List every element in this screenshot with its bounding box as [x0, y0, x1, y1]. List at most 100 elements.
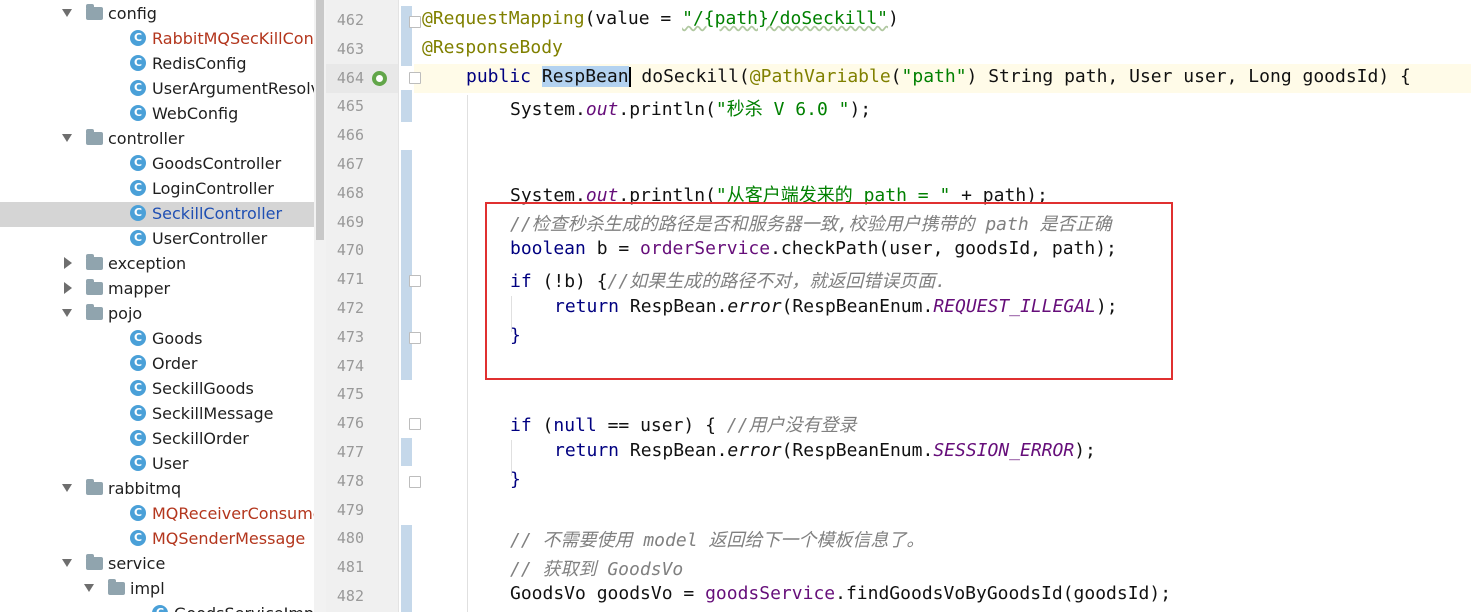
tree-item-label: RedisConfig — [152, 54, 247, 73]
code-line-464[interactable]: public RespBean doSeckill(@PathVariable(… — [466, 66, 1411, 87]
code-line-476[interactable]: if (null == user) { //用户没有登录 — [510, 411, 856, 437]
tree-class-item[interactable]: C GoodsController — [0, 152, 314, 177]
code-token: RespBean. — [619, 440, 728, 461]
code-line-463[interactable]: @ResponseBody — [422, 37, 563, 58]
tree-class-item[interactable]: C LoginController — [0, 177, 314, 202]
tree-item-label: SeckillController — [152, 204, 283, 223]
line-number: 471 — [336, 270, 364, 289]
tree-item-label: SeckillOrder — [152, 429, 249, 448]
tree-item-label: MQSenderMessage — [152, 529, 306, 548]
code-token: ( — [890, 66, 902, 87]
tree-class-item[interactable]: C SeckillController — [0, 202, 314, 227]
code-token: "秒杀 V 6.0 " — [715, 99, 850, 120]
tree-class-item[interactable]: C MQReceiverConsumer — [0, 502, 314, 527]
tree-class-item[interactable]: C GoodsServiceImpl — [0, 602, 314, 612]
class-icon: C — [130, 430, 146, 446]
chevron-down-icon[interactable] — [62, 484, 72, 492]
tree-class-item[interactable]: C RedisConfig — [0, 52, 314, 77]
tree-item-label: exception — [108, 254, 187, 273]
tree-folder-item[interactable]: pojo — [0, 302, 314, 327]
code-token: out — [585, 99, 619, 120]
fold-marker[interactable] — [409, 418, 421, 430]
line-number: 480 — [336, 529, 364, 548]
tree-class-item[interactable]: C UserArgumentResolver — [0, 77, 314, 102]
code-line-481[interactable]: // 获取到 GoodsVo — [510, 555, 683, 581]
line-number: 467 — [336, 155, 364, 173]
tree-folder-item[interactable]: controller — [0, 127, 314, 152]
code-line-477[interactable]: return RespBean.error(RespBeanEnum.SESSI… — [554, 440, 1096, 461]
tree-class-item[interactable]: C UserController — [0, 227, 314, 252]
code-line-465[interactable]: System.out.println("秒杀 V 6.0 "); — [510, 95, 871, 121]
code-line-480[interactable]: // 不需要使用 model 返回给下一个模板信息了。 — [510, 526, 924, 552]
class-icon: C — [130, 205, 146, 221]
tree-item-label: RabbitMQSecKillConfig — [152, 29, 314, 48]
tree-class-item[interactable]: C RabbitMQSecKillConfig — [0, 27, 314, 52]
code-token: @RequestMapping — [422, 8, 585, 29]
highlight-box — [485, 202, 1173, 380]
line-number: 477 — [336, 443, 364, 461]
fold-marker[interactable] — [409, 275, 421, 287]
folder-icon — [86, 304, 103, 320]
vcs-change-marker — [401, 438, 412, 466]
chevron-right-icon[interactable] — [64, 282, 72, 294]
tree-folder-item[interactable]: config — [0, 2, 314, 27]
tree-folder-item[interactable]: service — [0, 552, 314, 577]
tree-class-item[interactable]: C MQSenderMessage — [0, 527, 314, 552]
fold-marker[interactable] — [409, 332, 421, 344]
class-icon: C — [130, 230, 146, 246]
fold-marker[interactable] — [409, 16, 421, 28]
tree-folder-item[interactable]: impl — [0, 577, 314, 602]
line-number: 476 — [336, 414, 364, 433]
code-line-478[interactable]: } — [510, 469, 521, 490]
class-icon: C — [130, 30, 146, 46]
class-icon: C — [152, 605, 168, 612]
fold-marker[interactable] — [409, 476, 421, 488]
web-mapping-icon[interactable] — [372, 71, 387, 86]
code-token: (RespBeanEnum. — [781, 440, 934, 461]
line-number: 468 — [336, 183, 364, 202]
chevron-down-icon[interactable] — [62, 134, 72, 142]
class-icon: C — [130, 155, 146, 171]
vcs-change-marker — [401, 525, 412, 612]
code-token: ) String path, User user, Long goodsId) … — [966, 66, 1411, 87]
tree-class-item[interactable]: C Order — [0, 352, 314, 377]
line-number: 478 — [336, 471, 364, 490]
tree-class-item[interactable]: C SeckillOrder — [0, 427, 314, 452]
tree-item-label: UserController — [152, 229, 268, 248]
tree-class-item[interactable]: C WebConfig — [0, 102, 314, 127]
line-number: 472 — [336, 299, 364, 317]
tree-class-item[interactable]: C SeckillGoods — [0, 377, 314, 402]
code-comment: // 获取到 GoodsVo — [510, 559, 684, 580]
code-line-462[interactable]: @RequestMapping(value = "/{path}/doSecki… — [422, 8, 899, 29]
code-comment: //用户没有登录 — [726, 415, 857, 436]
code-token: null — [553, 415, 597, 436]
chevron-down-icon[interactable] — [62, 9, 72, 17]
tree-class-item[interactable]: C Goods — [0, 327, 314, 352]
tree-item-label: GoodsController — [152, 154, 282, 173]
tree-folder-item[interactable]: exception — [0, 252, 314, 277]
code-token: (value = — [584, 8, 683, 29]
tree-item-label: impl — [130, 579, 165, 598]
chevron-down-icon[interactable] — [62, 309, 72, 317]
line-number: 475 — [336, 385, 364, 404]
chevron-down-icon[interactable] — [84, 584, 94, 592]
code-token: SESSION_ERROR — [933, 440, 1075, 461]
tree-class-item[interactable]: C User — [0, 452, 314, 477]
chevron-right-icon[interactable] — [64, 257, 72, 269]
vcs-change-marker — [401, 6, 412, 66]
code-token: ); — [1074, 440, 1096, 461]
code-token: @PathVariable — [749, 66, 891, 87]
tree-folder-item[interactable]: rabbitmq — [0, 477, 314, 502]
fold-marker[interactable] — [409, 72, 421, 84]
chevron-down-icon[interactable] — [62, 559, 72, 567]
tree-item-label: SeckillMessage — [152, 404, 274, 423]
class-icon: C — [130, 455, 146, 471]
class-icon: C — [130, 330, 146, 346]
tree-class-item[interactable]: C SeckillMessage — [0, 402, 314, 427]
tree-folder-item[interactable]: mapper — [0, 277, 314, 302]
code-token: System. — [510, 99, 586, 120]
class-icon: C — [130, 505, 146, 521]
tree-scrollbar-thumb[interactable] — [316, 0, 324, 240]
tree-item-label: MQReceiverConsumer — [152, 504, 315, 523]
code-line-482[interactable]: GoodsVo goodsVo = goodsService.findGoods… — [510, 583, 1171, 604]
